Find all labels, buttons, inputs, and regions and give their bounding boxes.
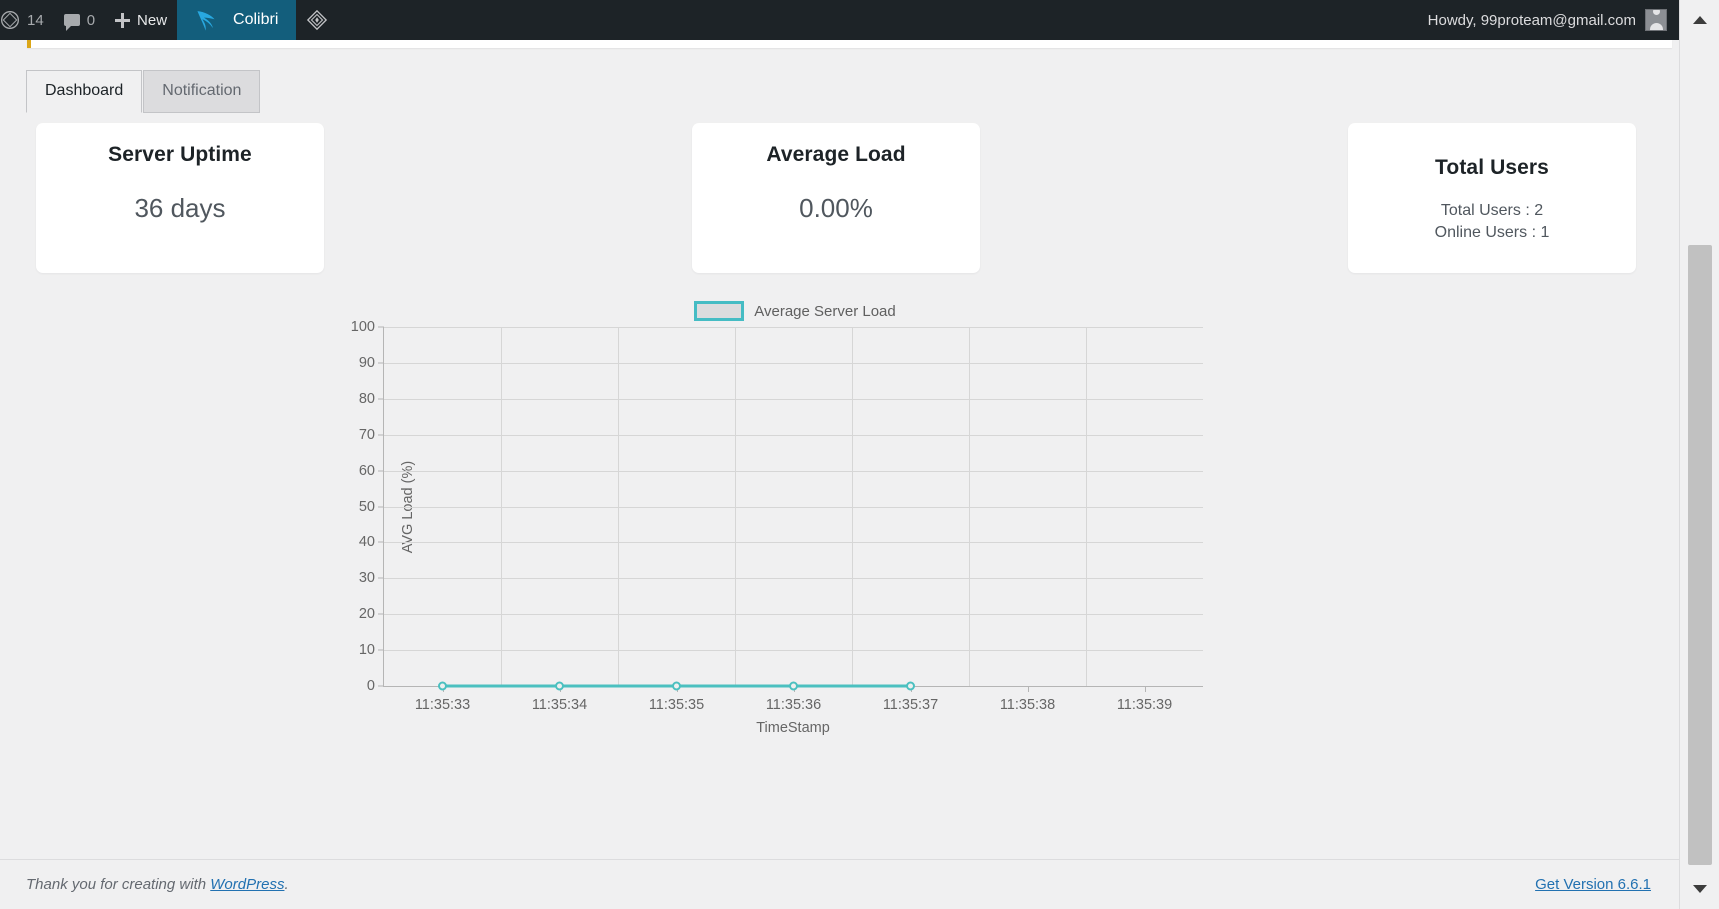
colibri-label: Colibri [233,11,279,28]
chart-data-point[interactable] [672,681,681,691]
chart-y-tick-label: 70 [358,426,375,443]
admin-bar-new[interactable]: New [105,0,177,40]
chart-x-tick-label: 11:35:36 [765,697,822,713]
tab-bar: Dashboard Notification [26,70,261,113]
admin-bar-colibri[interactable]: Colibri [177,0,297,40]
scroll-down-arrow-icon[interactable] [1680,869,1719,909]
chart-x-tick-label: 11:35:33 [414,697,471,713]
stat-card-row: Server Uptime 36 days Average Load 0.00%… [36,123,1636,273]
scroll-up-arrow-icon[interactable] [1680,0,1719,40]
comments-count: 0 [86,11,96,29]
chart-x-tick-label: 11:35:37 [882,697,939,713]
wordpress-logo-icon [0,10,20,30]
chart-data-point[interactable] [906,681,915,691]
chart-data-point[interactable] [555,681,564,691]
footer-credit: Thank you for creating with WordPress. [26,876,289,893]
chart-legend[interactable]: Average Server Load [320,295,1270,327]
chart-data-point[interactable] [789,681,798,691]
admin-bar-comments[interactable]: 0 [54,0,105,40]
card-title: Average Load [766,143,906,166]
chart-y-tick-label: 10 [358,642,375,659]
admin-bar-updates[interactable]: 14 [0,0,54,40]
footer-version: Get Version 6.6.1 [1535,876,1651,894]
card-server-uptime: Server Uptime 36 days [36,123,324,273]
chart-y-tick-label: 80 [358,390,375,407]
plus-icon [115,12,131,28]
chart-series-layer [438,681,915,691]
admin-bar-plugin[interactable] [296,0,338,40]
howdy-label: Howdy, 99proteam@gmail.com [1427,11,1636,29]
get-version-link[interactable]: Get Version 6.6.1 [1535,876,1651,893]
chart-x-axis-label: TimeStamp [756,720,830,736]
chart-data-point[interactable] [438,681,447,691]
chart-x-tick-label: 11:35:38 [999,697,1056,713]
average-server-load-chart: Average Server Load AVG Load (%) 0 10 20 30… [320,295,1270,765]
page-scrollbar[interactable] [1679,0,1719,909]
chart-y-tick-label: 0 [366,678,375,694]
chart-x-tick-label: 11:35:34 [531,697,588,713]
chart-plot-area: AVG Load (%) 0 10 20 30 40 50 60 70 80 90 100 11:3… [351,319,1203,713]
card-value: Total Users : 2 Online Users : 1 [1435,200,1550,243]
diamond-plugin-icon [306,9,328,31]
admin-footer: Thank you for creating with WordPress. G… [0,859,1679,909]
admin-bar-my-account[interactable]: Howdy, 99proteam@gmail.com [1428,0,1679,40]
updates-count: 14 [27,11,44,29]
legend-label: Average Server Load [754,302,896,320]
legend-swatch-icon [694,301,745,321]
chart-x-tick-mark [1027,686,1029,692]
chart-y-tick-label: 20 [358,606,375,623]
total-users-line: Total Users : 2 [1440,202,1544,219]
chart-y-tick-label: 100 [350,319,375,335]
card-value: 36 days [134,193,226,223]
chart-y-tick-label: 50 [358,498,375,515]
card-value: 0.00% [799,193,873,223]
footer-credit-prefix: Thank you for creating with [26,876,211,893]
comment-bubble-icon [63,14,80,31]
chart-y-tick-label: 30 [358,570,375,587]
chart-x-tick-label: 11:35:35 [648,697,705,713]
chart-y-tick-label: 40 [358,534,375,551]
new-label: New [137,11,168,29]
chart-y-tick-label: 90 [358,354,375,371]
card-total-users: Total Users Total Users : 2 Online Users… [1348,123,1636,273]
admin-notice [27,40,1672,48]
footer-credit-suffix: . [284,876,289,893]
card-title: Total Users [1435,156,1549,179]
card-title: Server Uptime [108,143,252,166]
chart-x-tick-label: 11:35:39 [1116,697,1173,713]
chart-x-tick-mark [1144,686,1146,692]
tab-notification[interactable]: Notification [143,70,261,113]
scrollbar-thumb[interactable] [1688,245,1712,865]
chart-y-tick-label: 60 [358,462,375,479]
admin-bar: 14 0 New Colibri Howdy, 99proteam@gmail.… [0,0,1679,40]
online-users-line: Online Users : 1 [1434,223,1550,241]
colibri-hummingbird-icon [195,7,221,33]
card-average-load: Average Load 0.00% [692,123,980,273]
tab-dashboard[interactable]: Dashboard [26,70,143,113]
user-avatar-icon [1645,9,1667,31]
wordpress-link[interactable]: WordPress [210,876,284,893]
